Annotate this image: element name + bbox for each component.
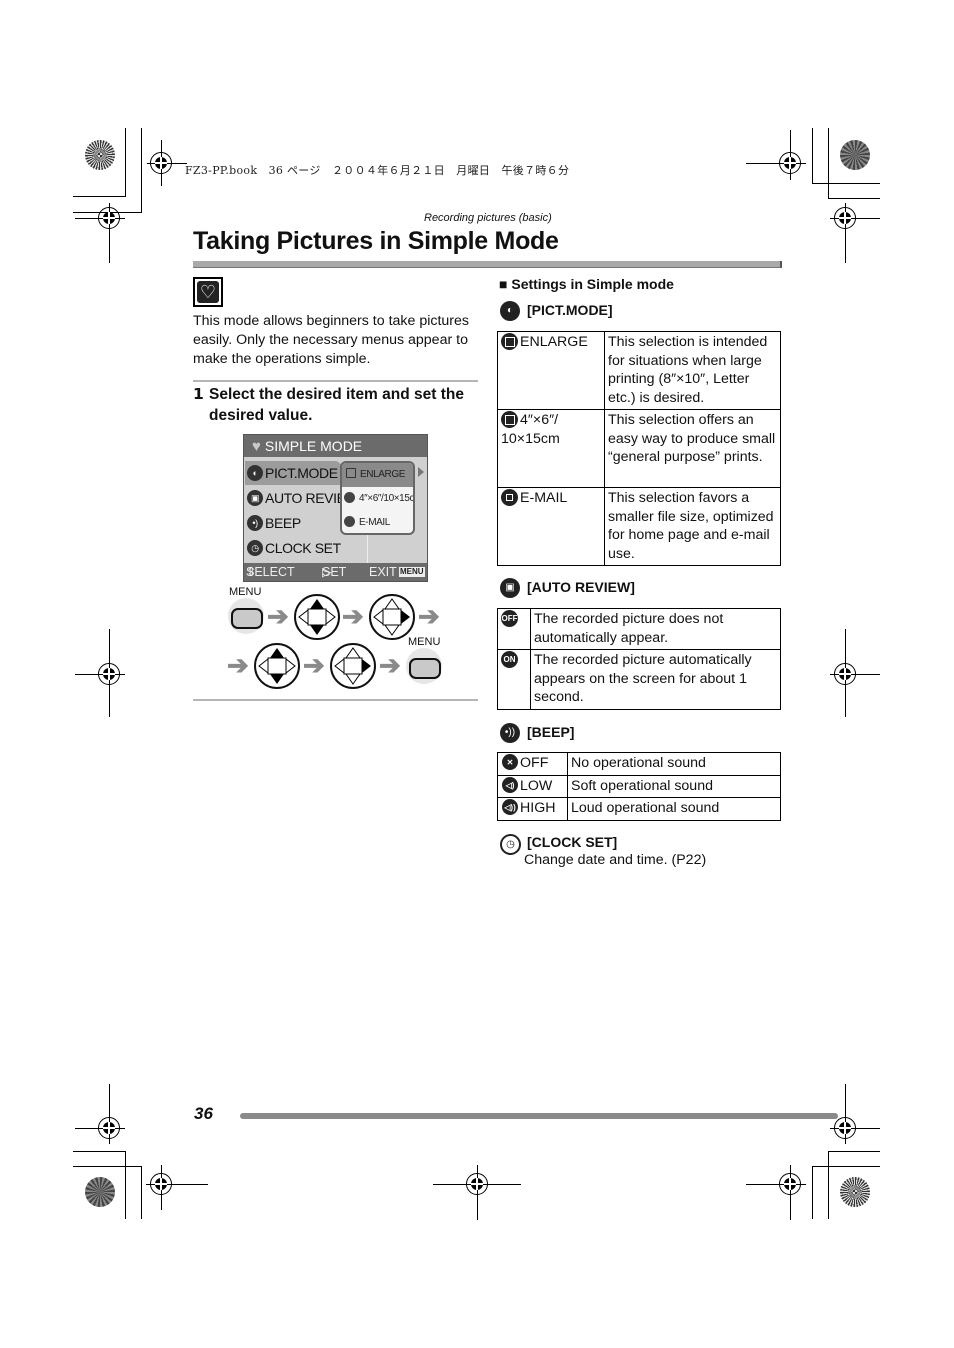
lcd-option-email: E-MAIL [342, 511, 413, 533]
lcd-menu-item-clock-set: ◷ CLOCK SET [245, 536, 341, 560]
beep-table: ✕ OFF No operational sound ◁) LOW Soft ope… [497, 752, 781, 821]
arrow-right-icon: ➔ [342, 601, 364, 631]
lcd-option-enlarge: ENLARGE [342, 463, 413, 487]
lcd-divider [367, 535, 368, 565]
beep-icon: •) [247, 515, 263, 532]
heart-icon: ♥ [252, 438, 261, 455]
clock-icon: ◷ [247, 540, 263, 557]
clock-icon: ◷ [500, 834, 521, 855]
lcd-footer-set: SET ▷ [322, 565, 347, 579]
registration-mark-icon [834, 663, 856, 685]
sound-low-icon: ◁) [502, 776, 518, 793]
color-target-icon [840, 1177, 870, 1207]
arrow-right-icon: ➔ [418, 601, 440, 631]
color-target-icon [85, 1177, 115, 1207]
registration-mark-icon [98, 207, 120, 229]
beep-icon: •)) [500, 723, 520, 743]
lcd-menu-item-beep: •) BEEP [245, 511, 301, 535]
menu-button-icon [406, 648, 442, 684]
divider [193, 380, 478, 382]
dpad-up-down-icon [254, 643, 300, 689]
arrow-right-icon: ➔ [379, 650, 401, 680]
table-row: E-MAIL This selection favors a smaller f… [497, 487, 781, 566]
title-underline-bar [193, 261, 782, 268]
page-title: Taking Pictures in Simple Mode [193, 227, 559, 255]
pict-mode-table: ENLARGE This selection is intended for s… [497, 331, 781, 566]
lcd-menu-item-pict-mode: ◐ PICT.MODE [245, 461, 341, 485]
dpad-right-icon [369, 594, 415, 640]
sound-high-icon: ◁)) [502, 799, 518, 816]
table-row: ◁)) HIGH Loud operational sound [497, 797, 781, 821]
lcd-title: SIMPLE MODE [264, 438, 363, 454]
table-row: 4″×6″/ 10×15cm This selection offers an … [497, 409, 781, 488]
step-number: 1 [193, 385, 204, 403]
email-size-icon [344, 515, 355, 527]
auto-review-icon: ▣ [247, 490, 263, 507]
registration-mark-icon [834, 1117, 856, 1139]
lcd-title-bar: ♥ SIMPLE MODE [244, 435, 427, 457]
table-row: ON The recorded picture automatically ap… [497, 649, 781, 710]
enlarge-icon [501, 332, 518, 350]
clock-set-title: [CLOCK SET] [527, 834, 618, 850]
registration-mark-icon [466, 1173, 488, 1195]
step-1: 1 Select the desired item and set the de… [193, 384, 478, 426]
lcd-footer-exit: EXIT [369, 565, 397, 579]
menu-label: MENU [408, 636, 441, 648]
lcd-menu-item-auto-review: ▣ AUTO REVIE [245, 486, 346, 510]
lcd-footer: SELECT ⇕ SET ▷ EXIT MENU [244, 563, 427, 581]
registration-mark-icon [98, 663, 120, 685]
table-row: OFF The recorded picture does not automa… [497, 608, 781, 650]
print-size-icon [501, 410, 518, 428]
auto-review-icon: ▣ [500, 578, 520, 598]
pict-mode-icon: ◐ [247, 465, 263, 482]
intro-text: This mode allows beginners to take pictu… [193, 313, 470, 367]
registration-mark-icon [779, 152, 801, 174]
clock-set-desc: Change date and time. (P22) [524, 852, 707, 868]
step-text: Select the desired item and set the desi… [209, 386, 464, 424]
table-row: ENLARGE This selection is intended for s… [497, 331, 781, 410]
print-size-icon [344, 491, 355, 503]
table-row: ✕ OFF No operational sound [497, 752, 781, 776]
pict-mode-icon: ◐ [500, 301, 520, 321]
beep-title: [BEEP] [527, 724, 575, 740]
arrow-right-icon: ➔ [227, 650, 249, 680]
arrow-right-icon: ➔ [303, 650, 325, 680]
page-number: 36 [194, 1104, 213, 1123]
email-size-icon [501, 488, 518, 506]
registration-mark-icon [834, 207, 856, 229]
color-target-icon [840, 140, 870, 170]
print-header: FZ3-PP.book 36 ページ ２００４年６月２１日 月曜日 午後７時６分 [185, 164, 570, 177]
dpad-right-icon [330, 643, 376, 689]
registration-mark-icon [779, 1173, 801, 1195]
menu-label: MENU [229, 586, 262, 598]
menu-badge: MENU [399, 567, 425, 577]
pict-mode-title: [PICT.MODE] [527, 302, 613, 318]
menu-button-icon [228, 598, 264, 634]
auto-review-title: [AUTO REVIEW] [527, 579, 635, 595]
lcd-option-popup: ENLARGE 4″×6″/10×15cm E-MAIL [340, 461, 415, 535]
lcd-option-4x6: 4″×6″/10×15cm [342, 487, 413, 511]
right-arrow-icon [418, 467, 424, 477]
dpad-up-down-icon [294, 594, 340, 640]
enlarge-icon [346, 468, 356, 479]
on-icon: ON [501, 650, 518, 668]
settings-heading: ■ Settings in Simple mode [499, 276, 674, 292]
registration-mark-icon [150, 152, 172, 174]
sound-off-icon: ✕ [502, 754, 518, 771]
color-target-icon [85, 140, 115, 170]
lcd-footer-select: SELECT ⇕ [246, 565, 295, 579]
arrow-right-icon: ➔ [267, 601, 289, 631]
heart-icon: ♡ [193, 277, 223, 307]
off-icon: OFF [501, 609, 518, 627]
table-row: ◁) LOW Soft operational sound [497, 774, 781, 798]
footer-bar [240, 1113, 838, 1119]
registration-mark-icon [150, 1173, 172, 1195]
registration-mark-icon [98, 1117, 120, 1139]
divider [193, 699, 478, 701]
camera-menu-screen: ♥ SIMPLE MODE ◐ PICT.MODE ▣ AUTO REVIE •) BE… [243, 434, 428, 582]
auto-review-table: OFF The recorded picture does not automa… [497, 608, 781, 710]
section-label: Recording pictures (basic) [424, 212, 552, 224]
